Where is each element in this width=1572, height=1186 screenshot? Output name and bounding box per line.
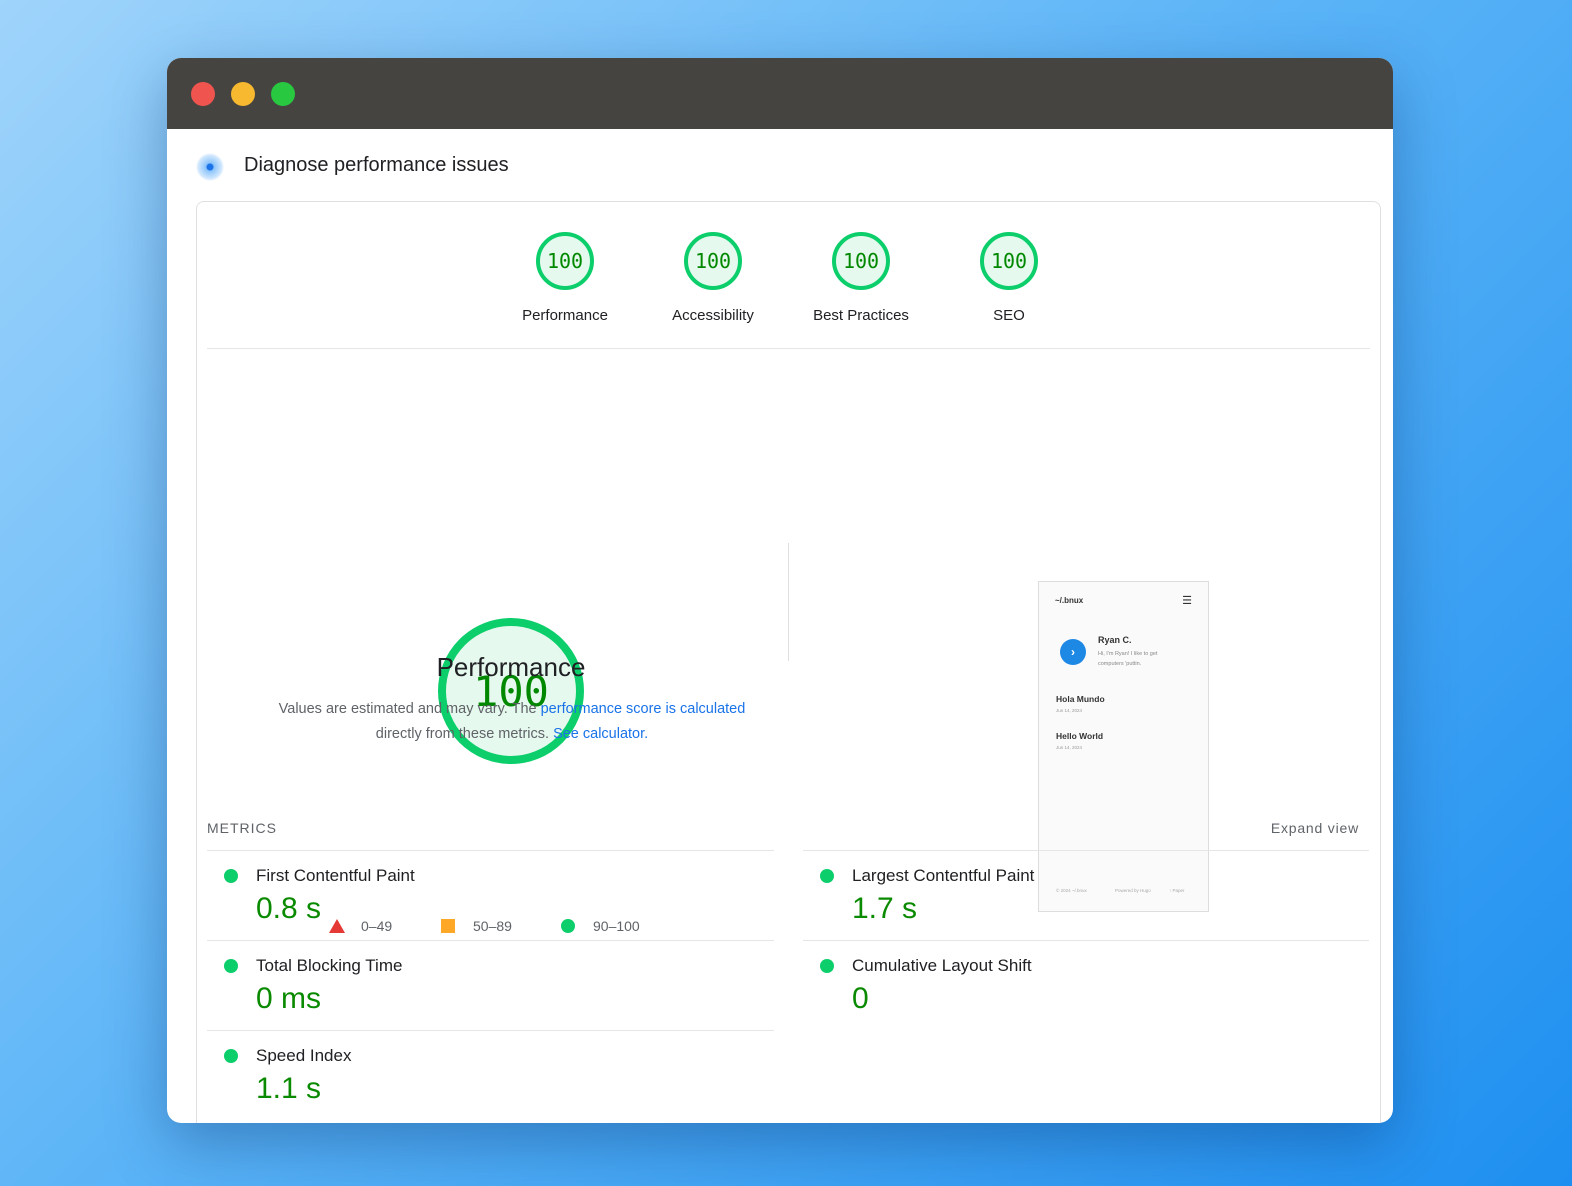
metric-title: Largest Contentful Paint [852, 866, 1035, 885]
gauge-label: SEO [993, 307, 1025, 324]
thumb-footer: ↑ Paper [1169, 888, 1185, 893]
divider [207, 1030, 774, 1031]
legend-label: 50–89 [473, 918, 512, 934]
thumb-bio: Hi, I'm Ryan! I like to get computers 'p… [1098, 651, 1158, 667]
metrics-heading: METRICS [207, 820, 277, 836]
performance-description: Values are estimated and may vary. The p… [257, 697, 767, 747]
thumb-post-date: Jun 14, 2024 [1056, 745, 1083, 750]
title-bar [167, 58, 1393, 129]
thumb-footer: © 2024 ~/.bnux [1056, 888, 1087, 893]
square-icon [441, 919, 455, 933]
triangle-icon [329, 919, 345, 933]
gauge-best-practices[interactable]: 100 [832, 232, 890, 290]
metric-title: Speed Index [256, 1046, 352, 1065]
metric-title: First Contentful Paint [256, 866, 415, 885]
divider [207, 850, 774, 851]
pass-circle-icon [820, 959, 834, 973]
avatar: › [1060, 639, 1086, 665]
legend-pass: 90–100 [561, 918, 640, 934]
browser-window: Diagnose performance issues 100 100 100 … [167, 58, 1393, 1123]
report-card: 100 100 100 100 Performance Accessibilit… [196, 201, 1381, 1123]
pass-circle-icon [820, 869, 834, 883]
page-title: Diagnose performance issues [244, 154, 509, 176]
vertical-divider [788, 543, 789, 661]
desc-text: Values are estimated and may vary. The [278, 701, 541, 717]
menu-icon: ☰ [1182, 595, 1192, 607]
pass-circle-icon [224, 959, 238, 973]
circle-icon [561, 919, 575, 933]
gauge-seo[interactable]: 100 [980, 232, 1038, 290]
metric-value: 0 ms [256, 982, 322, 1015]
expand-view-toggle[interactable]: Expand view [1271, 820, 1359, 836]
desc-text: directly from these metrics. [375, 726, 554, 742]
divider [207, 348, 1370, 349]
gauge-label: Performance [522, 307, 608, 324]
legend-label: 90–100 [593, 918, 640, 934]
minimize-button[interactable] [231, 82, 255, 106]
close-button[interactable] [191, 82, 215, 106]
thumb-post-date: Jun 14, 2024 [1056, 708, 1083, 713]
see-calculator-link[interactable]: See calculator. [553, 726, 648, 742]
pass-circle-icon [224, 869, 238, 883]
score-calculated-link[interactable]: performance score is calculated [541, 701, 746, 717]
legend-fail: 0–49 [329, 918, 392, 934]
maximize-button[interactable] [271, 82, 295, 106]
thumb-footer: Powered by Hugo [1115, 888, 1151, 893]
gauge-label: Best Practices [813, 307, 909, 324]
thumb-site-name: ~/.bnux [1055, 596, 1084, 605]
thumb-post-title: Hello World [1056, 731, 1104, 741]
pass-circle-icon [224, 1049, 238, 1063]
gauge-accessibility[interactable]: 100 [684, 232, 742, 290]
legend-average: 50–89 [441, 918, 512, 934]
gauge-label: Accessibility [672, 307, 754, 324]
metric-value: 1.7 s [852, 892, 918, 925]
metric-value: 0 [852, 982, 869, 1015]
gauge-performance[interactable]: 100 [536, 232, 594, 290]
metric-value: 1.1 s [256, 1072, 322, 1105]
metric-value: 0.8 s [256, 892, 322, 925]
legend-label: 0–49 [361, 918, 393, 934]
performance-title: Performance [436, 652, 586, 682]
divider [803, 850, 1369, 851]
divider [803, 940, 1369, 941]
lighthouse-icon [196, 153, 224, 181]
metric-title: Total Blocking Time [256, 956, 403, 975]
final-screenshot-thumbnail[interactable]: ~/.bnux ☰ › Ryan C. Hi, I'm Ryan! I like… [1038, 581, 1209, 912]
divider [207, 940, 774, 941]
metric-title: Cumulative Layout Shift [852, 956, 1032, 975]
thumb-name: Ryan C. [1098, 635, 1132, 645]
thumb-post-title: Hola Mundo [1056, 694, 1105, 704]
